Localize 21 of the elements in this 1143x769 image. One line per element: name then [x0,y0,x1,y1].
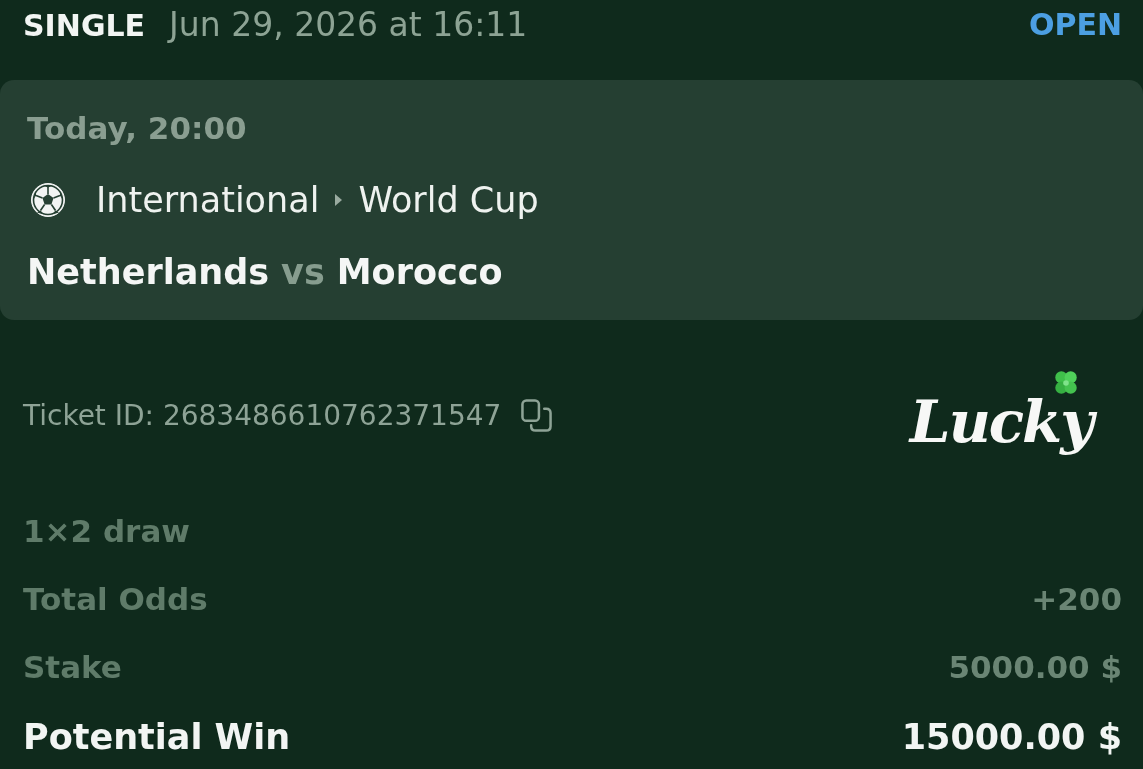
summary-value: 15000.00 $ [901,717,1122,757]
summary-label: Stake [23,648,122,687]
away-team: Morocco [336,251,503,294]
competition-label: World Cup [358,179,539,222]
summary-value: 5000.00 $ [948,648,1122,687]
summary-label: Potential Win [23,717,291,757]
placed-date: Jun 29, 2026 at 16:11 [169,4,528,44]
clover-icon [1052,369,1080,397]
event-start-time: Today, 20:00 [27,109,247,148]
versus-label: vs [281,251,325,294]
copy-icon[interactable] [521,398,553,432]
ticket-id: Ticket ID: 2683486610762371547 [23,398,502,432]
caret-icon [335,194,343,206]
summary-value: +200 [1031,580,1122,619]
soccer-ball-icon [30,182,66,218]
market-label: 1×2 draw [23,512,190,551]
summary-label: Total Odds [23,580,208,619]
bet-type-label: SINGLE [23,7,146,43]
home-team: Netherlands [27,251,270,294]
status-label: OPEN [1028,6,1122,42]
category-label: International [96,179,320,222]
